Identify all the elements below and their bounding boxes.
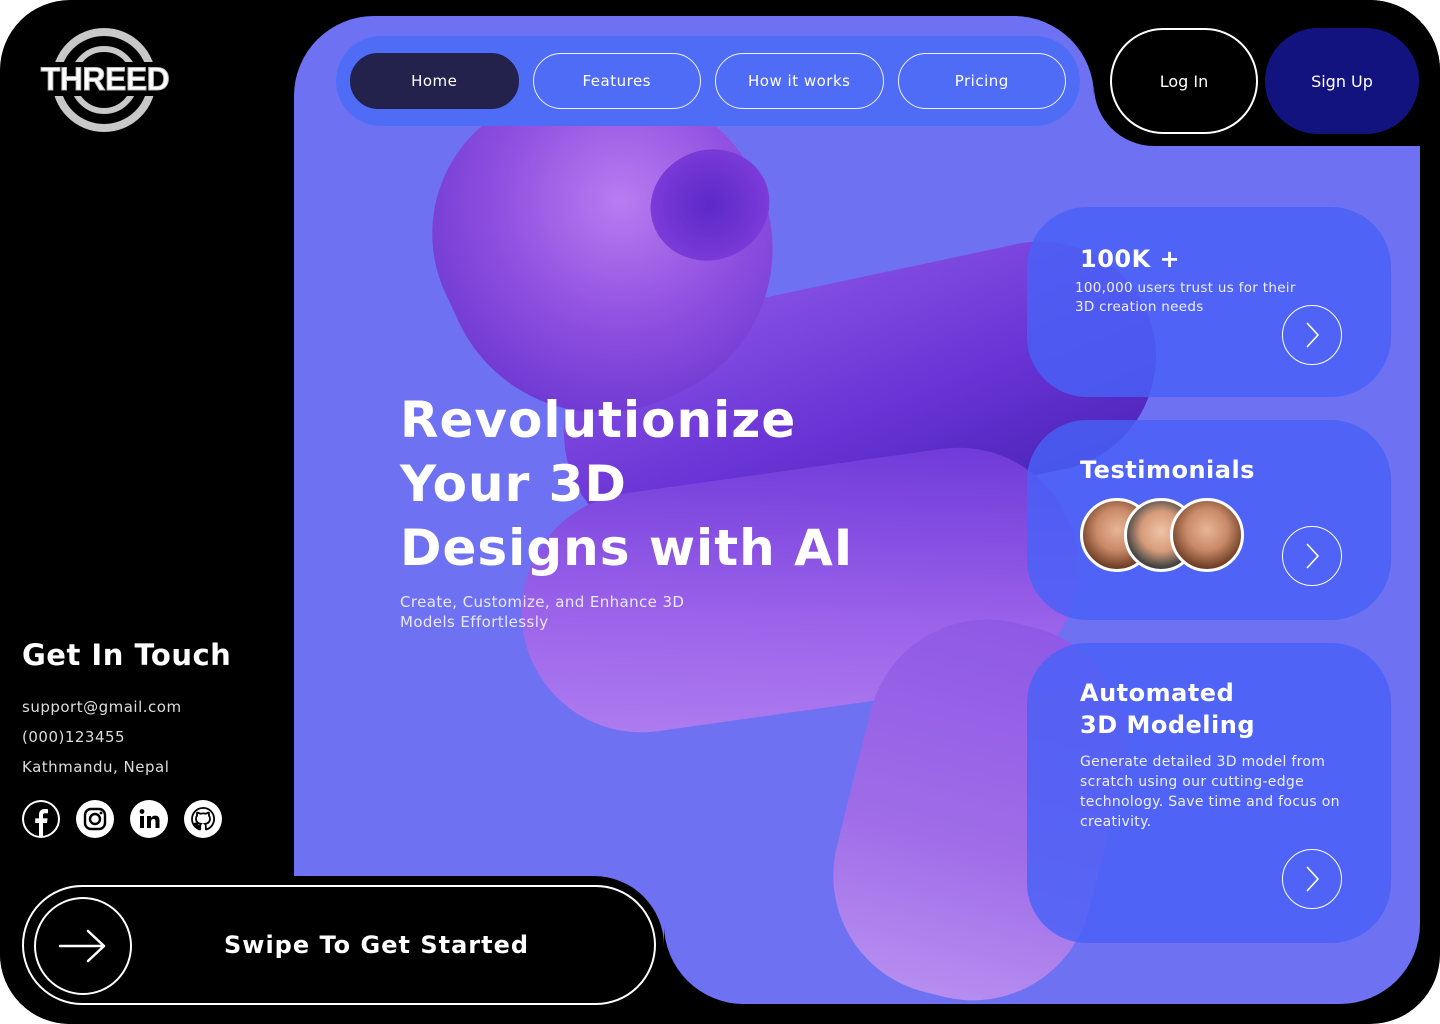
contact-title: Get In Touch bbox=[22, 638, 232, 672]
hero-title-line: Designs with AI bbox=[400, 519, 854, 577]
contact-phone[interactable]: (000)123455 bbox=[22, 728, 125, 746]
modeling-card-title-line: Automated bbox=[1080, 679, 1235, 707]
logo[interactable]: THREED bbox=[30, 26, 180, 136]
nav-item-home[interactable]: Home bbox=[350, 53, 519, 109]
linkedin-icon[interactable] bbox=[130, 800, 168, 838]
avatar[interactable] bbox=[1170, 498, 1244, 572]
swipe-handle[interactable] bbox=[34, 897, 132, 995]
login-button[interactable]: Log In bbox=[1110, 28, 1258, 134]
testimonials-card-title: Testimonials bbox=[1080, 456, 1255, 484]
github-icon[interactable] bbox=[184, 800, 222, 838]
modeling-card-arrow-button[interactable] bbox=[1282, 849, 1342, 909]
nav-item-pricing[interactable]: Pricing bbox=[897, 53, 1066, 109]
hero-title-line: Your 3D bbox=[400, 455, 627, 513]
hero-title-line: Revolutionize bbox=[400, 391, 797, 449]
swipe-to-start-slider[interactable]: Swipe To Get Started bbox=[22, 885, 656, 1005]
facebook-icon[interactable] bbox=[22, 800, 60, 838]
logo-text: THREED bbox=[30, 62, 180, 97]
social-links bbox=[22, 800, 222, 838]
nav-item-features[interactable]: Features bbox=[532, 53, 701, 109]
users-card-title: 100K + bbox=[1080, 245, 1181, 273]
testimonials-card-arrow-button[interactable] bbox=[1282, 526, 1342, 586]
instagram-icon[interactable] bbox=[76, 800, 114, 838]
nav-item-how-it-works[interactable]: How it works bbox=[715, 53, 884, 109]
modeling-card-title-line: 3D Modeling bbox=[1080, 711, 1256, 739]
testimonial-avatars bbox=[1080, 498, 1250, 572]
contact-email[interactable]: support@gmail.com bbox=[22, 698, 182, 716]
app-frame: THREED Home Features How it works Pricin… bbox=[0, 0, 1440, 1024]
swipe-label: Swipe To Get Started bbox=[224, 931, 530, 959]
hero-title: Revolutionize Your 3D Designs with AI bbox=[400, 388, 880, 580]
users-card-text: 100,000 users trust us for their 3D crea… bbox=[1075, 280, 1296, 315]
modeling-card-text: Generate detailed 3D model from scratch … bbox=[1080, 754, 1340, 830]
main-nav: Home Features How it works Pricing bbox=[336, 36, 1080, 126]
contact-location: Kathmandu, Nepal bbox=[22, 758, 170, 776]
chevron-right-icon bbox=[1306, 543, 1320, 569]
signup-button[interactable]: Sign Up bbox=[1265, 28, 1419, 134]
modeling-card: Automated 3D Modeling Generate detailed … bbox=[1027, 643, 1391, 943]
arrow-right-icon bbox=[58, 929, 106, 963]
users-card-arrow-button[interactable] bbox=[1282, 305, 1342, 365]
chevron-right-icon bbox=[1306, 322, 1320, 348]
testimonials-card: Testimonials bbox=[1027, 420, 1391, 620]
hero-subtitle: Create, Customize, and Enhance 3D Models… bbox=[400, 593, 685, 631]
chevron-right-icon bbox=[1306, 866, 1320, 892]
users-card: 100K + 100,000 users trust us for their … bbox=[1027, 207, 1391, 397]
